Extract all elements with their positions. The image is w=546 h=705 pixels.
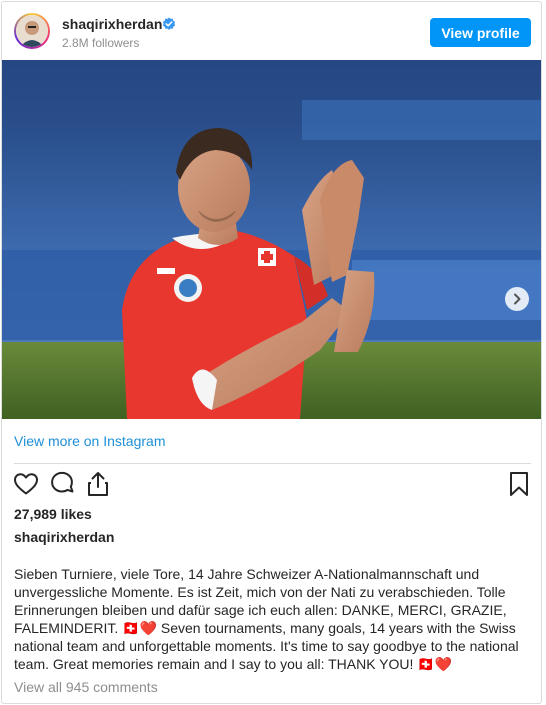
chevron-right-icon [514, 293, 521, 305]
followers-count: 2.8M followers [62, 36, 140, 50]
heart-icon[interactable] [12, 470, 40, 498]
bookmark-icon[interactable] [505, 470, 533, 498]
share-icon[interactable] [84, 470, 112, 498]
view-profile-button[interactable]: View profile [430, 18, 531, 47]
comment-icon[interactable] [48, 470, 76, 498]
avatar[interactable] [14, 13, 50, 49]
post-header: shaqirixherdan 2.8M followers View profi… [2, 2, 541, 62]
post-image[interactable] [2, 60, 541, 419]
likes-count[interactable]: 27,989 likes [14, 506, 92, 522]
post-caption: Sieben Turniere, viele Tore, 14 Jahre Sc… [14, 566, 523, 672]
caption-username[interactable]: shaqirixherdan [14, 529, 114, 545]
avatar-image [16, 15, 48, 47]
instagram-embed-card: shaqirixherdan 2.8M followers View profi… [1, 1, 542, 704]
view-comments-link[interactable]: View all 945 comments [14, 679, 158, 695]
action-bar [2, 468, 541, 504]
verified-badge-icon [162, 17, 176, 30]
divider [14, 463, 531, 464]
view-more-link[interactable]: View more on Instagram [14, 433, 165, 449]
username[interactable]: shaqirixherdan [62, 16, 162, 32]
carousel-next-button[interactable] [505, 287, 529, 311]
